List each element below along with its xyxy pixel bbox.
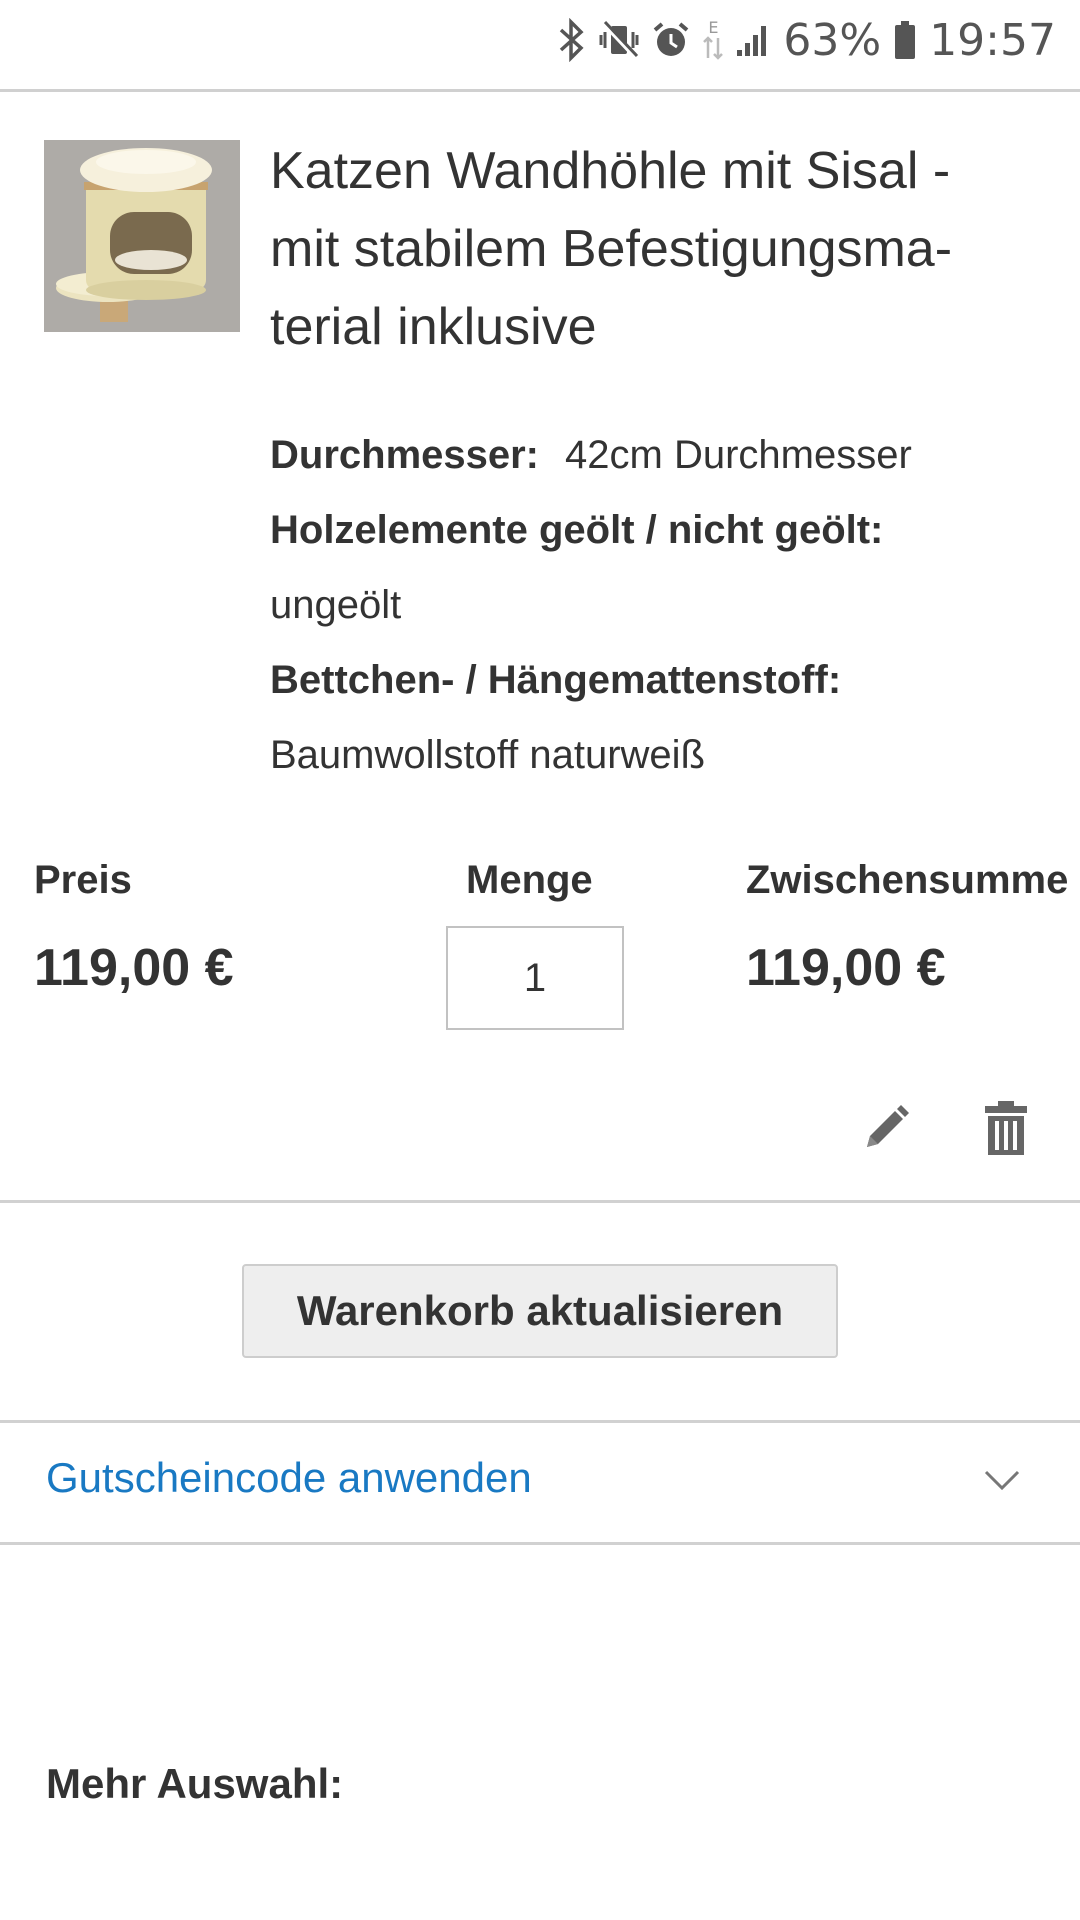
product-title-line: Katzen Wandhöhle mit Sisal - [270,142,951,200]
option-row: Bettchen- / Hängemattenstoff: [270,643,1060,718]
divider [0,1200,1080,1203]
option-label: Holzelemente geölt / nicht geölt: [270,508,884,552]
update-cart-button[interactable]: Warenkorb aktualisieren [242,1264,838,1358]
product-title-line: mit stabilem Befestigungsma- [270,220,953,278]
alarm-icon [651,16,691,64]
option-row: ungeölt [270,568,1060,643]
price-value: 119,00 € [34,939,234,997]
data-arrows-icon: E [703,16,724,64]
divider [0,1542,1080,1545]
divider [0,1420,1080,1423]
battery-icon [893,16,917,64]
chevron-down-icon[interactable] [982,1460,1022,1500]
option-row: Baumwollstoff naturweiß [270,718,1060,793]
option-row: Holzelemente geölt / nicht geölt: [270,493,1060,568]
product-options: Durchmesser: 42cm Durchmesser Holzelement… [270,418,1060,793]
option-label: Bettchen- / Hängemattenstoff: [270,658,842,702]
pencil-icon[interactable] [858,1100,914,1156]
coupon-toggle[interactable]: Gutscheincode anwenden [46,1454,532,1502]
more-selection-title: Mehr Auswahl: [46,1760,344,1807]
qty-label: Menge [466,858,593,902]
qty-input[interactable]: 1 [446,926,624,1030]
signal-icon [735,16,771,64]
status-bar: E 63% 19:57 [0,0,1080,92]
network-type-label: E [708,18,719,37]
subtotal-value: 119,00 € [746,939,946,997]
option-value: Baumwollstoff naturweiß [270,733,705,777]
cart-page: E 63% 19:57 Katzen Wandhöhle mit Sisal -… [0,0,1080,1920]
subtotal-label: Zwischensumme [746,858,1069,902]
option-row: Durchmesser: 42cm Durchmesser [270,418,1060,493]
product-image[interactable] [44,140,240,332]
vibrate-icon [599,16,639,64]
product-title[interactable]: Katzen Wandhöhle mit Sisal - mit stabile… [270,132,1050,366]
option-label: Durchmesser: [270,433,540,477]
trash-icon[interactable] [980,1098,1032,1158]
option-value: ungeölt [270,583,402,627]
option-value: 42cm Durchmesser [565,433,912,477]
status-icons: E 63% 19:57 [557,10,1056,70]
battery-percent: 63% [783,14,882,66]
price-label: Preis [34,858,132,902]
clock: 19:57 [929,14,1056,66]
bluetooth-icon [557,16,587,64]
product-title-line: terial inklusive [270,298,597,356]
